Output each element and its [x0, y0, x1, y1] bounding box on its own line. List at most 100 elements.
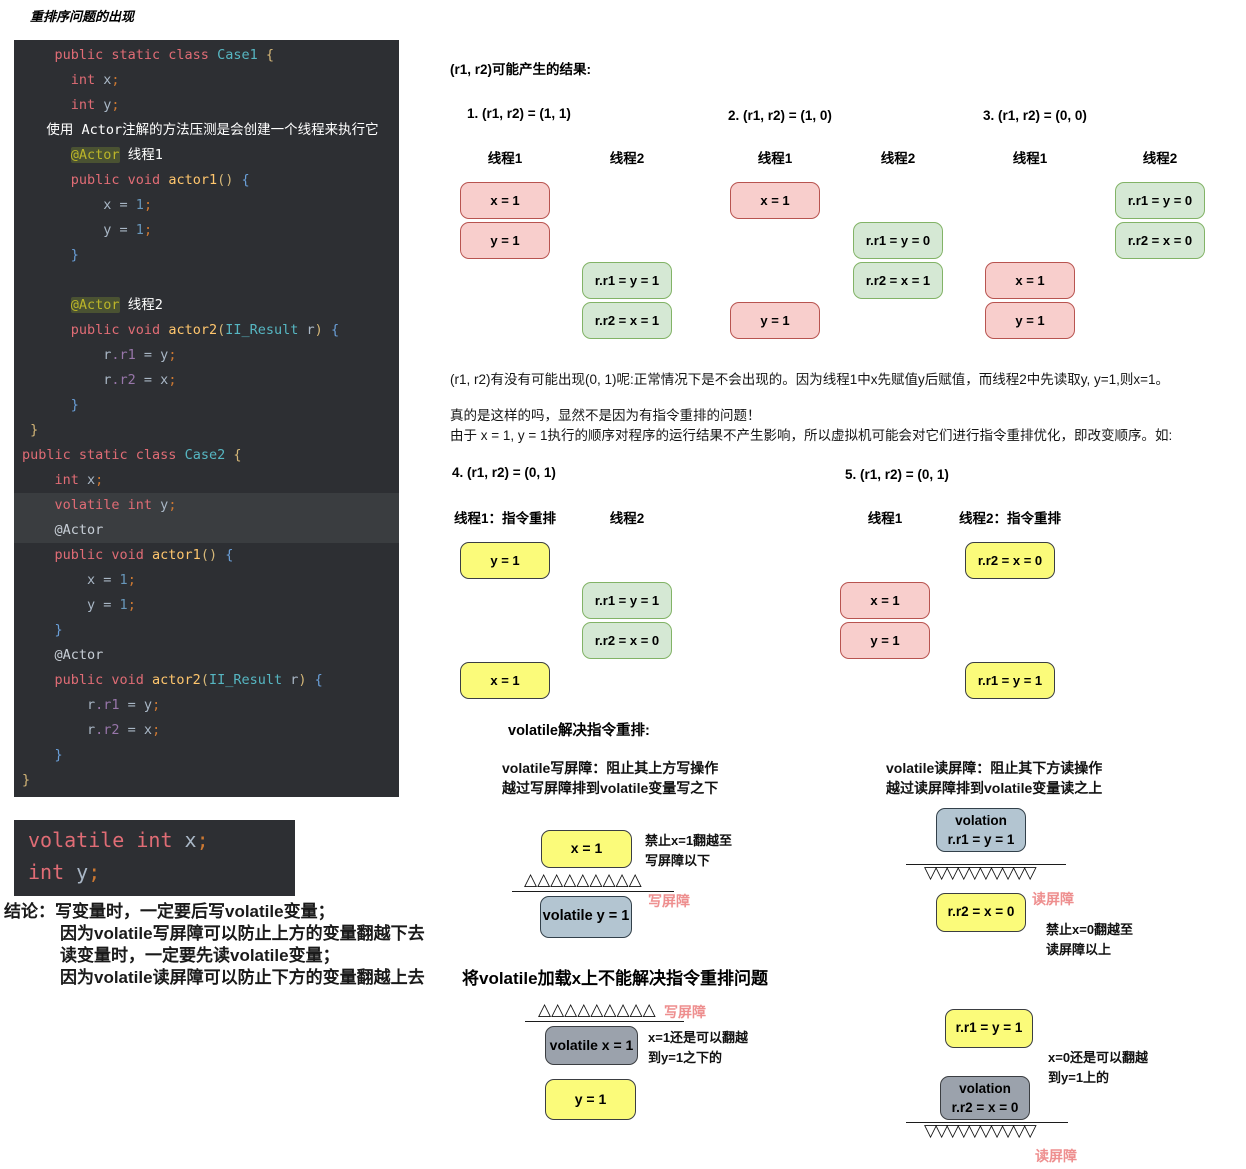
volatile-section-title: volatile解决指令重排:	[508, 723, 650, 739]
thread-label: 线程2	[880, 151, 916, 166]
step-box: r.r1 = y = 0	[1115, 182, 1205, 219]
step-box: x = 1	[985, 262, 1075, 299]
code-line: int x;	[22, 472, 104, 488]
step-box: r.r1 = y = 0	[853, 222, 943, 259]
code-line: }	[22, 747, 63, 763]
code-line: @Actor 线程2	[70, 297, 163, 313]
bottom-write-barrier-line: △△△△△△△△△	[525, 1000, 684, 1022]
code-line: 使用 Actor注解的方法压测是会创建一个线程来执行它	[22, 122, 379, 138]
write-barrier-note-line1: 禁止x=1翻越至	[645, 833, 733, 848]
code-line: }	[22, 247, 79, 263]
write-barrier-note: 禁止x=1翻越至 写屏障以下	[645, 831, 732, 871]
read-barrier-volation-line2: r.r1 = y = 1	[947, 832, 1015, 847]
conclusion-line-1: 结论：写变量时，一定要后写volatile变量；	[4, 902, 335, 921]
code-line: r.r2 = x;	[22, 372, 177, 388]
code-line: int x;	[22, 72, 120, 88]
write-barrier-line: △△△△△△△△△	[512, 870, 674, 892]
code-line: public void actor2(II_Result r) {	[22, 322, 340, 338]
scenario-1-header: 1. (r1, r2) = (1, 1)	[467, 106, 571, 121]
bottom-write-barrier-label: 写屏障	[664, 1004, 706, 1020]
code-line: @Actor 线程1	[70, 147, 163, 163]
bottom-write-note-line2: 到y=1之下的	[648, 1050, 723, 1065]
read-barrier-rr2-box: r.r2 = x = 0	[936, 893, 1026, 932]
read-barrier-volation-line1: volation	[955, 813, 1007, 828]
read-barrier-desc: volatile读屏障：阻止其下方读操作 越过读屏障排到volatile变量读之…	[886, 758, 1102, 798]
bottom-read-barrier-label: 读屏障	[1035, 1148, 1077, 1164]
step-box: y = 1	[460, 542, 550, 579]
code-line: public static class Case2 {	[22, 447, 242, 463]
page-title: 重排序问题的出现	[30, 9, 135, 24]
thread-label: 线程2	[609, 151, 645, 166]
scenario-2-header: 2. (r1, r2) = (1, 0)	[728, 108, 832, 123]
bottom-read-barrier-note: x=0还是可以翻越 到y=1上的	[1048, 1048, 1148, 1088]
bottom-volation-box: volation r.r2 = x = 0	[940, 1076, 1030, 1120]
step-box: r.r2 = x = 0	[1115, 222, 1205, 259]
code-line: @Actor	[14, 518, 399, 543]
code-line: y = 1;	[22, 597, 136, 613]
thread-label: 线程2	[1142, 151, 1178, 166]
code-line: int y;	[22, 97, 120, 113]
step-box: r.r1 = y = 1	[582, 582, 672, 619]
thread-label: 线程1	[867, 511, 903, 526]
read-barrier-note-line2: 读屏障以上	[1046, 942, 1112, 957]
read-barrier-desc-line1: volatile读屏障：阻止其下方读操作	[886, 760, 1103, 776]
write-barrier-label: 写屏障	[648, 893, 690, 909]
write-barrier-x1-box: x = 1	[541, 830, 632, 868]
step-box: x = 1	[840, 582, 930, 619]
step-box: x = 1	[460, 662, 550, 699]
code-line: @Actor	[22, 647, 104, 663]
bottom-volation-line2: r.r2 = x = 0	[951, 1100, 1019, 1115]
step-box: r.r2 = x = 0	[965, 542, 1055, 579]
step-box: r.r2 = x = 1	[853, 262, 943, 299]
step-box: r.r1 = y = 1	[965, 662, 1055, 699]
code-line: public void actor2(II_Result r) {	[22, 672, 323, 688]
bottom-volation-line1: volation	[959, 1081, 1011, 1096]
bottom-section-title: 将volatile加载x上不能解决指令重排问题	[462, 969, 769, 988]
scenario-5-diagram: 线程1 线程2：指令重排 r.r2 = x = 0 x = 1y = 1 r.r1 = …	[840, 507, 1070, 717]
read-barrier-desc-line2: 越过读屏障排到volatile变量读之上	[886, 780, 1103, 796]
read-barrier-note: 禁止x=0翻越至 读屏障以上	[1046, 920, 1133, 960]
bottom-y1-box: y = 1	[545, 1079, 636, 1120]
bottom-volatile-x-box: volatile x = 1	[545, 1026, 638, 1065]
scenario-4-header: 4. (r1, r2) = (0, 1)	[452, 465, 556, 480]
step-box: y = 1	[460, 222, 550, 259]
code-line: volatile int y;	[14, 493, 399, 518]
java-code-case1-case2: public static class Case1 { int x; int y…	[14, 40, 399, 797]
code-line: int y;	[28, 860, 101, 884]
code-line: r.r2 = x;	[22, 722, 161, 738]
code-line: public static class Case1 {	[22, 47, 274, 63]
code-line: }	[22, 397, 79, 413]
reordering-notes-page: 重排序问题的出现 public static class Case1 { int…	[0, 0, 1246, 1169]
read-barrier-volation-box: volation r.r1 = y = 1	[936, 808, 1026, 852]
scenario-3-header: 3. (r1, r2) = (0, 0)	[983, 108, 1087, 123]
results-header: (r1, r2)可能产生的结果:	[450, 62, 592, 77]
write-barrier-desc: volatile写屏障：阻止其上方写操作 越过写屏障排到volatile变量写之…	[502, 758, 718, 798]
step-box: x = 1	[460, 182, 550, 219]
code-line: public void actor1() {	[22, 547, 234, 563]
bottom-read-barrier-triangles-icon: ▽▽▽▽▽▽▽▽▽▽	[924, 1121, 1037, 1141]
bottom-read-note-line2: 到y=1上的	[1048, 1070, 1110, 1085]
read-barrier-triangles-icon: ▽▽▽▽▽▽▽▽▽▽	[924, 863, 1037, 883]
code-line: r.r1 = y;	[22, 347, 177, 363]
code-line: }	[22, 772, 31, 788]
thread-label: 线程2：指令重排	[958, 511, 1062, 526]
analysis-line-2: 真的是这样的吗，显然不是因为有指令重排的问题！	[450, 408, 761, 423]
thread-label: 线程1	[757, 151, 793, 166]
thread-label: 线程1	[1012, 151, 1048, 166]
read-barrier-line: ▽▽▽▽▽▽▽▽▽▽	[906, 864, 1066, 883]
thread-label: 线程2	[609, 511, 645, 526]
code-line: public void actor1() {	[22, 172, 250, 188]
java-code-volatile-snippet: volatile int x; int y;	[14, 820, 295, 896]
write-barrier-desc-line1: volatile写屏障：阻止其上方写操作	[502, 760, 719, 776]
write-barrier-triangles-icon: △△△△△△△△△	[524, 870, 642, 890]
code-line: r.r1 = y;	[22, 697, 161, 713]
step-box: r.r1 = y = 1	[582, 262, 672, 299]
scenario-5-header: 5. (r1, r2) = (0, 1)	[845, 467, 949, 482]
scenario-3-diagram: 线程1 线程2 r.r1 = y = 0 r.r2 = x = 0 x = 1y = 1	[985, 147, 1215, 357]
bottom-write-barrier-note: x=1还是可以翻越 到y=1之下的	[648, 1028, 748, 1068]
code-line: x = 1;	[22, 572, 136, 588]
code-line: x = 1;	[22, 197, 153, 213]
step-box: r.r2 = x = 0	[582, 622, 672, 659]
scenario-1-diagram: 线程1 线程2 x = 1y = 1 r.r1 = y = 1 r.r2 = x = 1	[460, 147, 690, 357]
